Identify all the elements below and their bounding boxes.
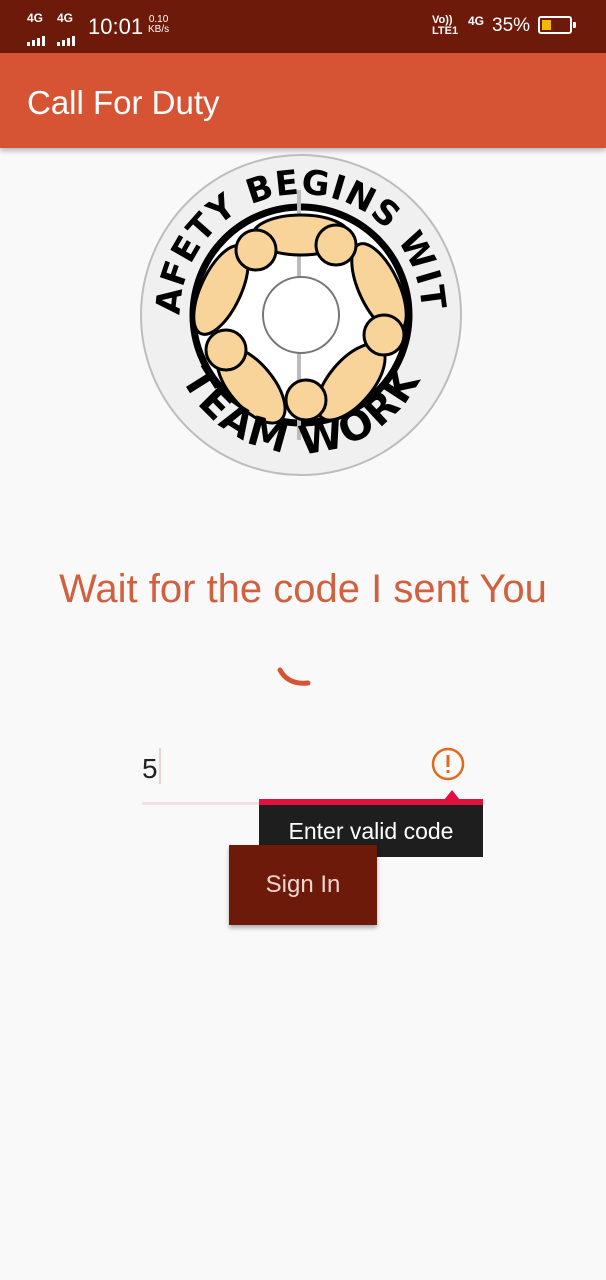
volte-indicator: Vo)) LTE1 bbox=[432, 15, 458, 37]
error-icon bbox=[430, 746, 466, 782]
lte-label: LTE1 bbox=[432, 25, 459, 37]
loading-spinner bbox=[270, 655, 320, 695]
signal-icon: 4G bbox=[27, 11, 53, 46]
text-cursor bbox=[159, 748, 161, 784]
sign-in-button[interactable]: Sign In bbox=[229, 845, 377, 925]
network-speed: 0.10 KB/s bbox=[148, 15, 169, 35]
safety-teamwork-logo: SAFETY BEGINS WITH TEAM WORK bbox=[121, 119, 466, 480]
app-bar: Call For Duty bbox=[0, 53, 606, 148]
app-title: Call For Duty bbox=[27, 84, 220, 121]
network-type-3: 4G bbox=[468, 14, 485, 28]
status-bar: 4G 4G 10:01 0.10 KB/s Vo)) LTE1 4G 35% bbox=[0, 0, 606, 53]
speed-unit: KB/s bbox=[148, 24, 170, 35]
battery-icon bbox=[538, 16, 576, 34]
battery-percent: 35% bbox=[492, 15, 531, 36]
signal-icon: 4G bbox=[57, 11, 83, 46]
network-type-2: 4G bbox=[57, 11, 74, 25]
network-type-1: 4G bbox=[27, 11, 44, 25]
wait-message: Wait for the code I sent You bbox=[59, 567, 547, 611]
status-time: 10:01 bbox=[88, 14, 144, 39]
